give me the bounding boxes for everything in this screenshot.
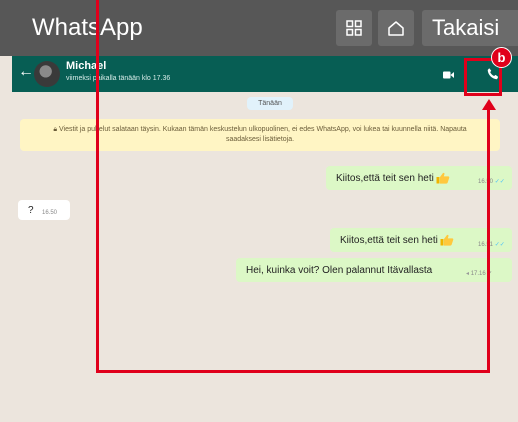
home-button[interactable] (378, 10, 414, 46)
thumbs-up-emoji-icon (436, 172, 450, 184)
message-text: Kiitos,että teit sen heti (340, 234, 438, 246)
app-title: WhatsApp (32, 14, 143, 41)
back-button-label: Takaisi (432, 15, 500, 40)
device-app-bar: WhatsApp Takaisi (0, 0, 518, 56)
grid-button[interactable] (336, 10, 372, 46)
message-text: Hei, kuinka voit? Olen palannut Itävalla… (246, 264, 433, 276)
message-time: 16.50 ✓✓ (478, 179, 505, 185)
callout-line-right (487, 108, 490, 373)
date-chip: Tänään (247, 97, 293, 110)
back-button[interactable]: Takaisi (422, 10, 518, 46)
callout-line-bottom (96, 370, 490, 373)
home-icon (388, 21, 404, 36)
arrow-left-icon[interactable]: ← (18, 63, 34, 81)
chat-header: ← Michael viimeksi paikalla tänään klo 1… (12, 56, 518, 92)
message-text: ? (28, 204, 34, 216)
encryption-notice-text: Viestit ja puhelut salataan täysin. Kuka… (58, 126, 467, 143)
video-call-icon[interactable] (443, 71, 454, 79)
step-badge: b (491, 47, 512, 68)
callout-line-left (96, 0, 99, 372)
message-text: Kiitos,että teit sen heti (336, 172, 434, 184)
thumbs-up-emoji-icon (440, 234, 454, 246)
grid-icon (346, 20, 362, 36)
message-time: 16.50 (42, 210, 58, 216)
last-seen-status: viimeksi paikalla tänään klo 17.36 (66, 75, 171, 82)
arrow-up-icon (482, 99, 496, 110)
avatar[interactable] (34, 61, 60, 87)
contact-name[interactable]: Michael (66, 60, 106, 72)
encryption-notice[interactable]: 🔒︎ Viestit ja puhelut salataan täysin. K… (20, 119, 500, 151)
message-time: 16.51 ✓✓ (478, 242, 505, 248)
message-bubble[interactable]: Kiitos,että teit sen heti (330, 228, 512, 252)
